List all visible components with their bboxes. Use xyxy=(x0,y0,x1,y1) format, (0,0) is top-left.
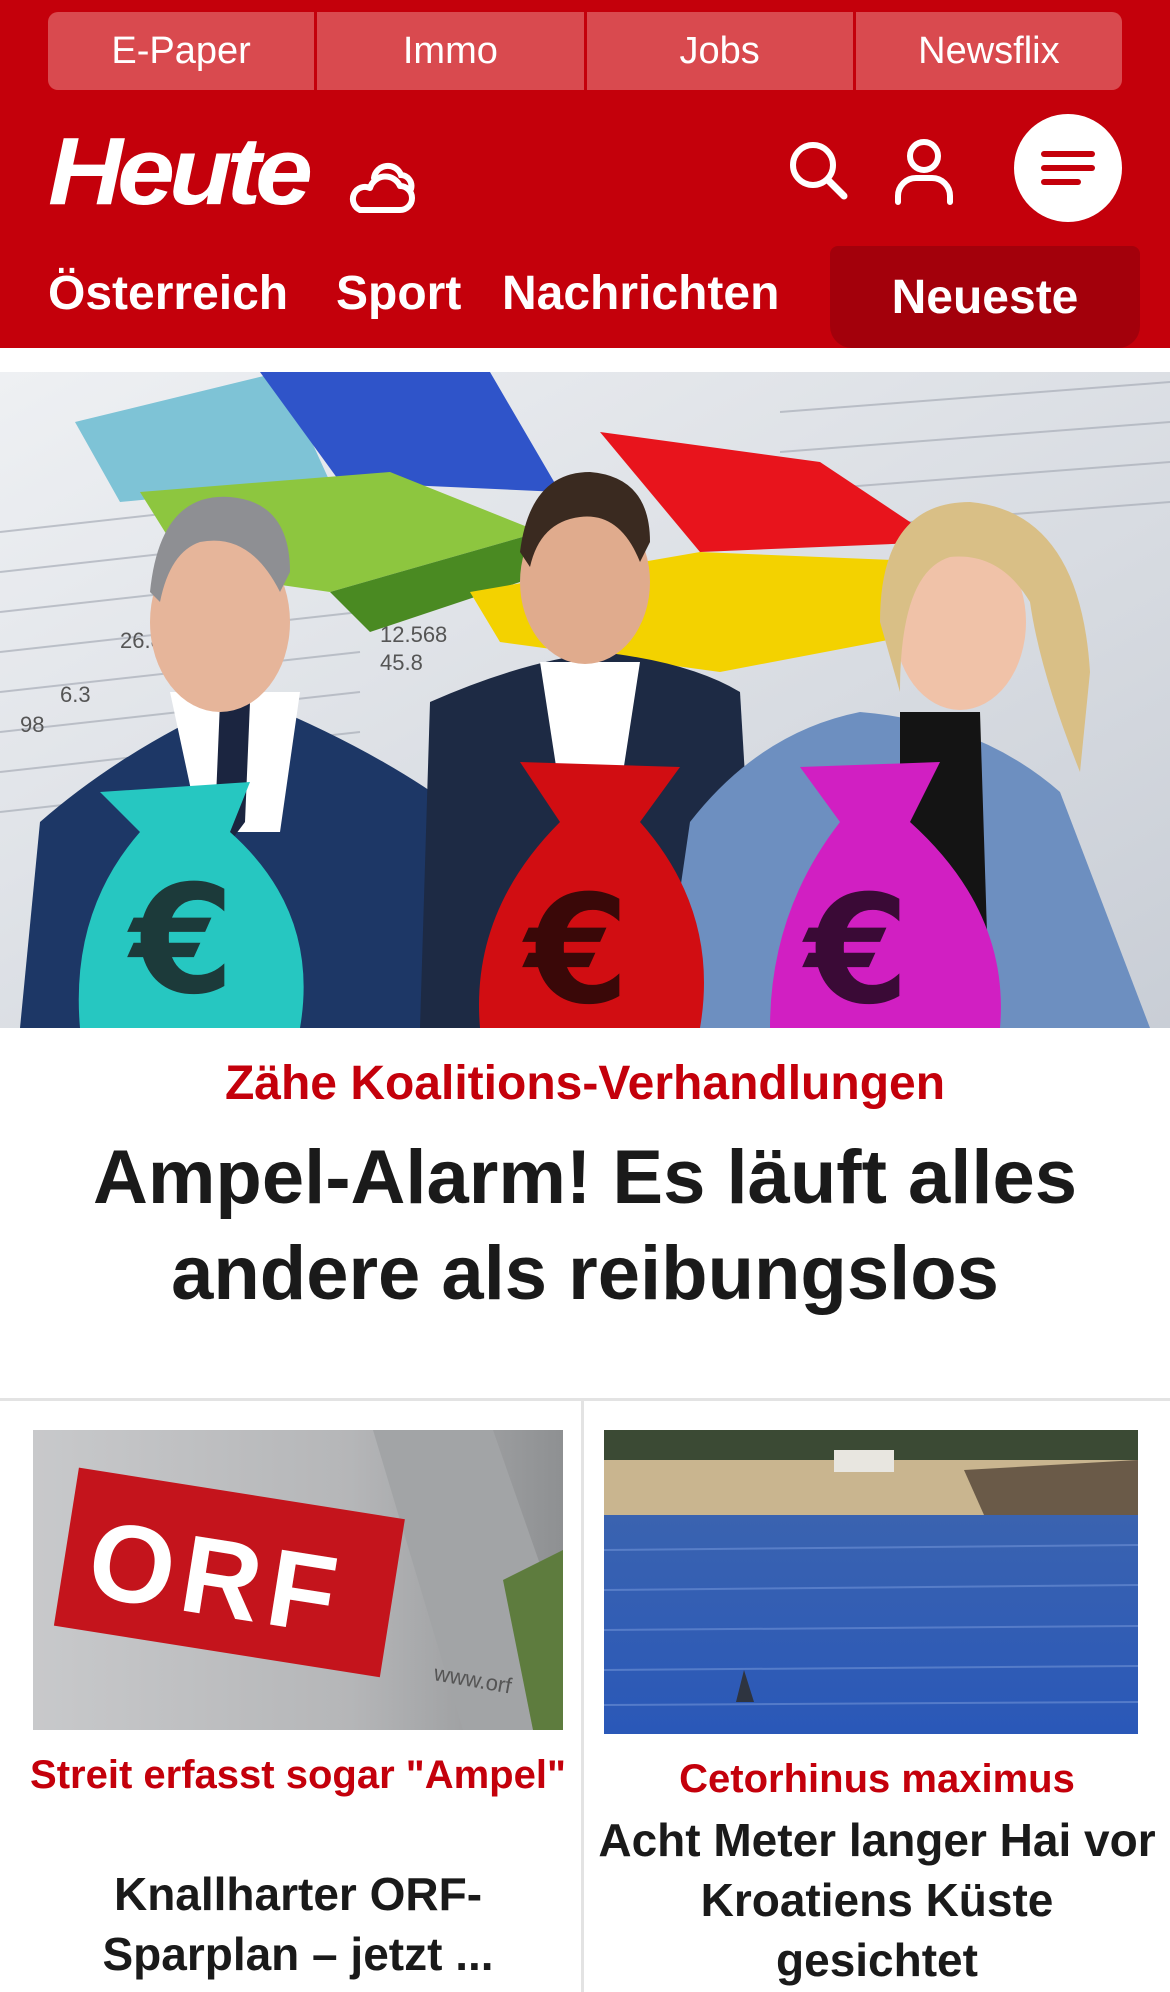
search-icon[interactable] xyxy=(786,138,850,202)
teaser-headline[interactable]: Acht Meter langer Hai vor Kroatiens Küst… xyxy=(594,1810,1160,1990)
nav-item-oesterreich[interactable]: Österreich xyxy=(48,266,288,322)
teaser-card[interactable]: Cetorhinus maximus Acht Meter langer Hai… xyxy=(584,1400,1170,1992)
service-bar: E-Paper Immo Jobs Newsflix xyxy=(48,12,1122,90)
nav-item-sport[interactable]: Sport xyxy=(336,266,461,322)
teaser-image-shark[interactable] xyxy=(604,1430,1138,1734)
table-number-5: 98 xyxy=(20,712,44,737)
site-header: E-Paper Immo Jobs Newsflix Heute Österre… xyxy=(0,0,1170,348)
svg-text:€: € xyxy=(802,864,909,1028)
hero-headline[interactable]: Ampel-Alarm! Es läuft alles andere als r… xyxy=(60,1130,1110,1322)
orf-van-photo: ORF www.orf xyxy=(33,1430,563,1730)
main-nav: Österreich Sport Nachrichten Neueste xyxy=(0,246,1170,348)
teaser-kicker[interactable]: Cetorhinus maximus xyxy=(584,1750,1170,1808)
hero-photo-illustration: 12.568 26.8 45.8 6.3 98 € € € xyxy=(0,372,1170,1028)
user-icon[interactable] xyxy=(892,136,956,206)
service-link-newsflix[interactable]: Newsflix xyxy=(855,12,1122,90)
heute-logo[interactable]: Heute xyxy=(48,124,313,220)
svg-text:€: € xyxy=(127,854,234,1028)
menu-icon xyxy=(1041,151,1095,185)
hero-image[interactable]: 12.568 26.8 45.8 6.3 98 € € € xyxy=(0,372,1170,1028)
table-number-1: 12.568 xyxy=(380,622,447,647)
teaser-card[interactable]: ORF www.orf Streit erfasst sogar "Ampel"… xyxy=(0,1400,581,1992)
nav-item-nachrichten[interactable]: Nachrichten xyxy=(502,266,779,322)
nav-item-neueste[interactable]: Neueste xyxy=(830,246,1140,348)
hero-kicker[interactable]: Zähe Koalitions-Verhandlungen xyxy=(0,1056,1170,1112)
service-link-immo[interactable]: Immo xyxy=(317,12,587,90)
teaser-image-orf[interactable]: ORF www.orf xyxy=(33,1430,563,1730)
menu-button[interactable] xyxy=(1014,114,1122,222)
shark-sea-photo xyxy=(604,1430,1138,1734)
service-link-jobs[interactable]: Jobs xyxy=(586,12,856,90)
teaser-kicker[interactable]: Streit erfasst sogar "Ampel" xyxy=(20,1746,576,1804)
svg-text:€: € xyxy=(522,864,629,1028)
service-link-epaper[interactable]: E-Paper xyxy=(48,12,318,90)
teaser-headline[interactable]: Knallharter ORF-Sparplan – jetzt ... xyxy=(20,1864,576,1984)
table-number-4: 6.3 xyxy=(60,682,91,707)
weather-icon[interactable] xyxy=(344,148,424,218)
table-number-3: 45.8 xyxy=(380,650,423,675)
logo-row: Heute xyxy=(0,110,1170,240)
